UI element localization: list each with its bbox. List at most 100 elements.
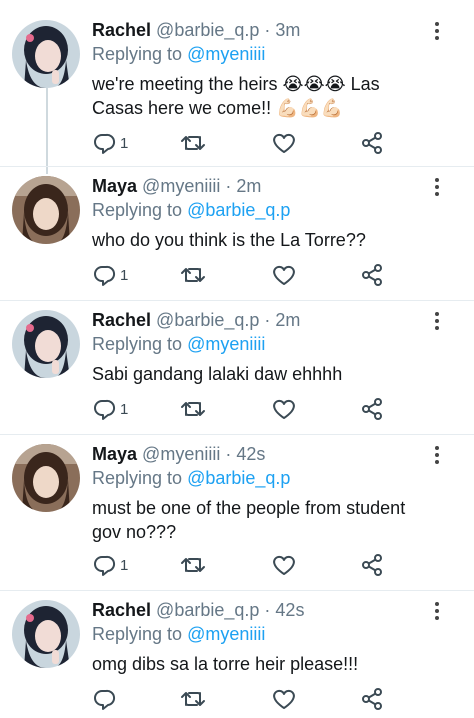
share-icon	[362, 264, 382, 286]
reply-button[interactable]: 1	[92, 551, 128, 579]
retweet-button[interactable]	[180, 129, 206, 157]
retweet-icon	[181, 558, 205, 572]
retweet-icon	[181, 692, 205, 706]
reply-button[interactable]: 1	[92, 261, 128, 289]
avatar-maya[interactable]	[12, 444, 80, 512]
reply-button[interactable]	[92, 685, 120, 713]
timestamp[interactable]: 3m	[275, 20, 300, 40]
share-button[interactable]	[360, 261, 384, 289]
author-handle[interactable]: @myeniiii	[142, 176, 220, 196]
retweet-button[interactable]	[180, 685, 206, 713]
timestamp[interactable]: 2m	[275, 310, 300, 330]
tweet-text: we're meeting the heirs 😭😭😭 Las Casas he…	[92, 72, 432, 120]
retweet-icon	[181, 268, 205, 282]
separator: ·	[225, 444, 232, 464]
more-vertical-icon[interactable]	[428, 444, 446, 468]
author-name[interactable]: Rachel	[92, 20, 151, 40]
avatar-rachel[interactable]	[12, 600, 80, 668]
tweet-5-actions	[92, 685, 392, 713]
tweet-4-actions: 1	[92, 551, 392, 579]
author-handle[interactable]: @barbie_q.p	[156, 600, 259, 620]
heart-icon	[273, 555, 295, 575]
more-vertical-icon[interactable]	[428, 176, 446, 200]
mention-link[interactable]: @myeniiii	[187, 334, 265, 354]
share-button[interactable]	[360, 551, 384, 579]
tweet-3-actions: 1	[92, 395, 392, 423]
share-button[interactable]	[360, 395, 384, 423]
retweet-icon	[181, 402, 205, 416]
tweet-text: who do you think is the La Torre??	[92, 230, 366, 250]
retweet-button[interactable]	[180, 551, 206, 579]
reply-button[interactable]: 1	[92, 395, 128, 423]
more-vertical-icon[interactable]	[428, 20, 446, 44]
tweet-2-actions: 1	[92, 261, 392, 289]
timestamp[interactable]: 42s	[236, 444, 265, 464]
share-icon	[362, 554, 382, 576]
separator: ·	[264, 310, 271, 330]
retweet-icon	[181, 136, 205, 150]
replying-to: Replying to @myeniiii	[92, 332, 432, 356]
timestamp[interactable]: 42s	[275, 600, 304, 620]
author-name[interactable]: Maya	[92, 176, 137, 196]
reply-icon	[94, 265, 116, 286]
replying-to: Replying to @barbie_q.p	[92, 466, 432, 490]
share-button[interactable]	[360, 129, 384, 157]
more-vertical-icon[interactable]	[428, 310, 446, 334]
author-name[interactable]: Rachel	[92, 310, 151, 330]
reply-button[interactable]: 1	[92, 129, 128, 157]
separator: ·	[225, 176, 232, 196]
replying-to: Replying to @myeniiii	[92, 622, 432, 646]
mention-link[interactable]: @barbie_q.p	[187, 200, 290, 220]
like-button[interactable]	[272, 395, 296, 423]
crying-emoji: 😭😭😭	[282, 74, 346, 94]
divider	[0, 300, 474, 301]
replying-prefix: Replying to	[92, 334, 188, 354]
share-button[interactable]	[360, 685, 384, 713]
divider	[0, 166, 474, 167]
replying-to: Replying to @barbie_q.p	[92, 198, 432, 222]
retweet-button[interactable]	[180, 395, 206, 423]
like-button[interactable]	[272, 685, 296, 713]
replying-prefix: Replying to	[92, 200, 188, 220]
separator: ·	[264, 600, 271, 620]
tweet-text: omg dibs sa la torre heir please!!!	[92, 654, 359, 674]
avatar-maya[interactable]	[12, 176, 80, 244]
author-handle[interactable]: @barbie_q.p	[156, 20, 259, 40]
heart-icon	[273, 265, 295, 285]
reply-count: 1	[120, 266, 129, 284]
mention-link[interactable]: @myeniiii	[187, 624, 265, 644]
tweet-text: Sabi gandang lalaki daw ehhhh	[92, 364, 343, 384]
avatar-rachel[interactable]	[12, 310, 80, 378]
like-button[interactable]	[272, 551, 296, 579]
mention-link[interactable]: @myeniiii	[187, 44, 265, 64]
divider	[0, 434, 474, 435]
replying-prefix: Replying to	[92, 624, 188, 644]
author-name[interactable]: Maya	[92, 444, 137, 464]
author-name[interactable]: Rachel	[92, 600, 151, 620]
tweet-text-part-1: we're meeting the heirs	[92, 74, 278, 94]
reply-count: 1	[120, 556, 129, 574]
reply-icon	[94, 689, 116, 710]
timestamp[interactable]: 2m	[236, 176, 261, 196]
replying-prefix: Replying to	[92, 468, 188, 488]
more-vertical-icon[interactable]	[428, 600, 446, 624]
separator: ·	[264, 20, 271, 40]
like-button[interactable]	[272, 261, 296, 289]
divider	[0, 590, 474, 591]
heart-icon	[273, 399, 295, 419]
replying-to: Replying to @myeniiii	[92, 42, 432, 66]
tweet-text: must be one of the people from student g…	[92, 498, 406, 542]
flexed-biceps-emoji: 💪🏻💪🏻💪🏻	[276, 98, 344, 118]
heart-icon	[273, 133, 295, 153]
mention-link[interactable]: @barbie_q.p	[187, 468, 290, 488]
share-icon	[362, 132, 382, 154]
thread-line	[46, 88, 48, 174]
avatar-rachel[interactable]	[12, 20, 80, 88]
reply-icon	[94, 555, 116, 576]
retweet-button[interactable]	[180, 261, 206, 289]
reply-icon	[94, 399, 116, 420]
author-handle[interactable]: @myeniiii	[142, 444, 220, 464]
like-button[interactable]	[272, 129, 296, 157]
reply-icon	[94, 133, 116, 154]
author-handle[interactable]: @barbie_q.p	[156, 310, 259, 330]
